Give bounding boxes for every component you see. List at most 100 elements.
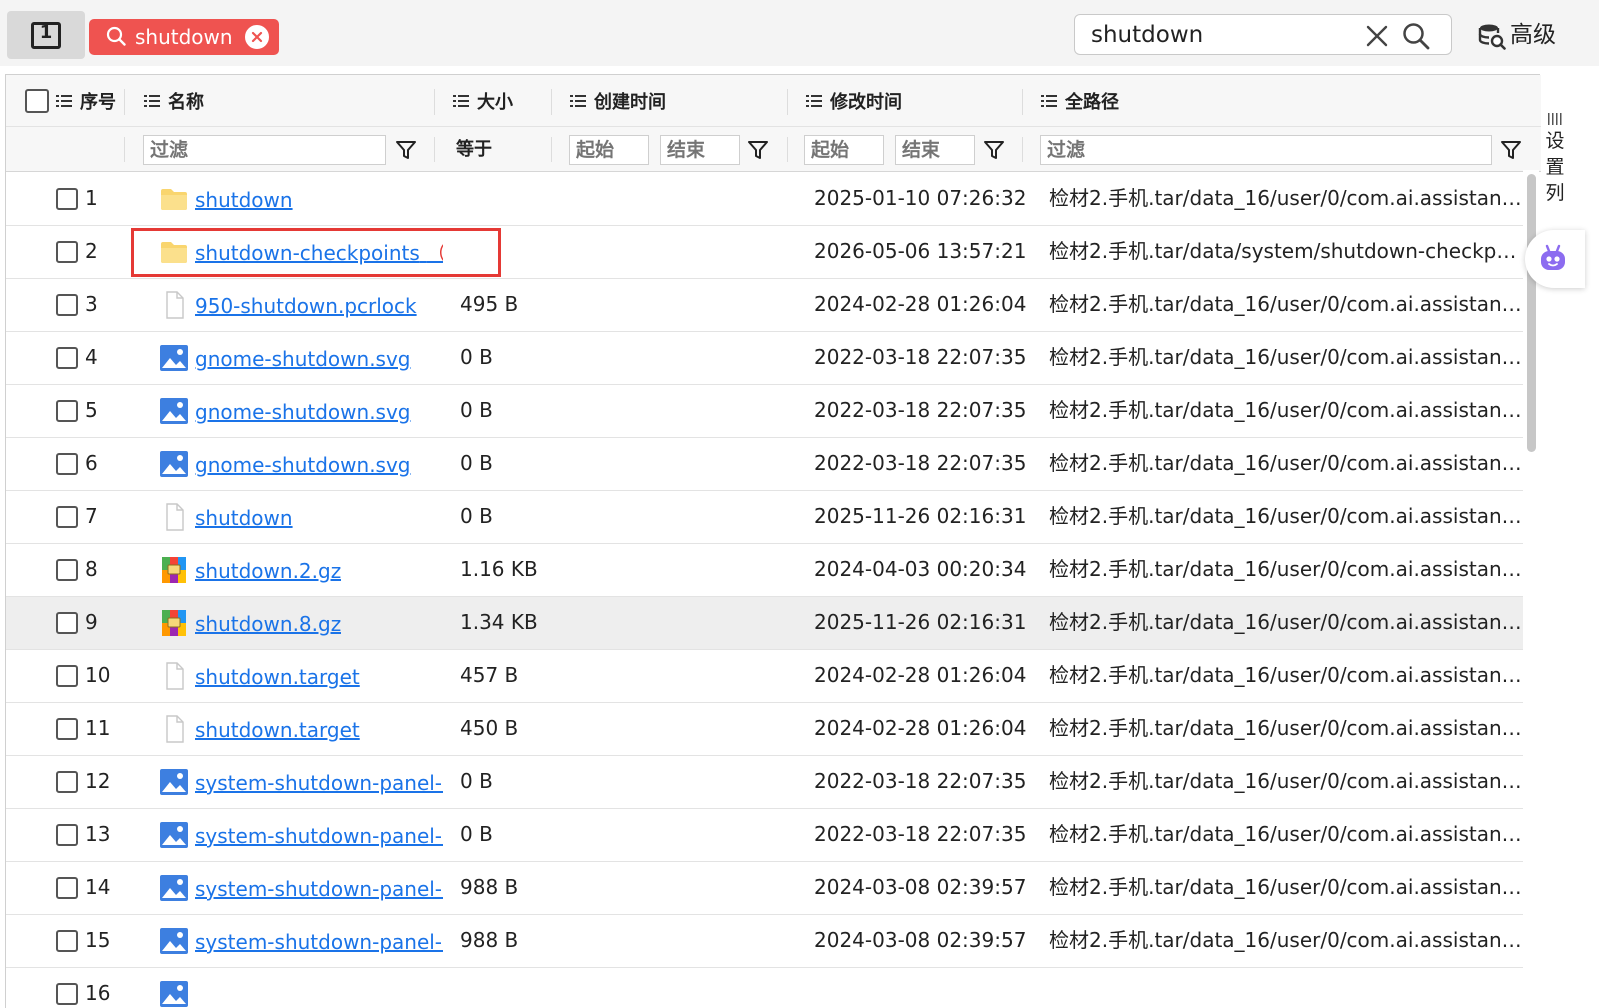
file-name-text: shutdown	[195, 188, 293, 212]
assistant-button[interactable]	[1525, 230, 1585, 288]
file-name-link[interactable]: gnome-shutdown.svg	[195, 346, 411, 372]
file-name-link[interactable]: 950-shutdown.pcrlock	[195, 293, 417, 319]
file-name-link[interactable]: gnome-shutdown.svg	[195, 399, 411, 425]
name-filter-input[interactable]	[143, 135, 386, 165]
table-row[interactable]: 11 shutdown.target 450 B 2024-02-28 01:26:0…	[6, 703, 1524, 756]
table-row[interactable]: 10 shutdown.target 457 B 2024-02-28 01:26:0…	[6, 650, 1524, 703]
row-checkbox[interactable]	[56, 877, 78, 899]
row-checkbox[interactable]	[56, 453, 78, 475]
row-index: 3	[85, 292, 98, 316]
table-row[interactable]: 5 gnome-shutdown.svg 0 B 2022-03-18 22:07:3…	[6, 385, 1524, 438]
clear-search-icon[interactable]	[1365, 24, 1389, 48]
table-row[interactable]: 13 system-shutdown-panel-re 0 B 2022-03-18 …	[6, 809, 1524, 862]
file-icon	[159, 503, 189, 531]
full-path: 检材2.手机.tar/data_16/user/0/com.ai.assista…	[1049, 716, 1523, 740]
modified-start-input[interactable]	[804, 135, 884, 165]
panel-toggle-button[interactable]: 1	[7, 11, 85, 59]
row-checkbox[interactable]	[56, 930, 78, 952]
created-end-input[interactable]	[660, 135, 740, 165]
file-name-link[interactable]: gnome-shutdown.svg	[195, 452, 411, 478]
column-header-created[interactable]: 创建时间	[570, 75, 666, 127]
column-header-size[interactable]: 大小	[453, 75, 513, 127]
row-checkbox[interactable]	[56, 506, 78, 528]
column-header-index[interactable]: 序号	[56, 75, 116, 127]
created-start-input[interactable]	[569, 135, 649, 165]
row-index: 15	[85, 928, 111, 952]
filter-row: 等于	[6, 127, 1541, 172]
file-name-link[interactable]: system-shutdown-panel-re	[195, 876, 443, 902]
file-size: 457 B	[460, 663, 519, 687]
file-name-link[interactable]: shutdown	[195, 505, 293, 531]
archive-icon	[159, 609, 189, 637]
file-name-link[interactable]: shutdown.2.gz	[195, 558, 341, 584]
file-name-link[interactable]: shutdown.8.gz	[195, 611, 341, 637]
column-menu-icon	[453, 95, 469, 107]
path-filter-input[interactable]	[1040, 135, 1492, 165]
column-divider	[551, 89, 552, 115]
table-row[interactable]: 6 gnome-shutdown.svg 0 B 2022-03-18 22:07:3…	[6, 438, 1524, 491]
filter-funnel-icon[interactable]	[1500, 139, 1522, 161]
modified-time: 2022-03-18 22:07:35	[814, 769, 1027, 793]
row-index: 11	[85, 716, 111, 740]
remove-filter-icon[interactable]	[245, 25, 269, 49]
scrollbar-thumb[interactable]	[1527, 174, 1536, 452]
select-all-checkbox[interactable]	[25, 89, 49, 113]
row-checkbox[interactable]	[56, 559, 78, 581]
row-checkbox[interactable]	[56, 347, 78, 369]
row-checkbox[interactable]	[56, 188, 78, 210]
row-checkbox[interactable]	[56, 241, 78, 263]
modified-time: 2024-02-28 01:26:04	[814, 716, 1027, 740]
file-name-link[interactable]: system-shutdown-panel-re	[195, 823, 443, 849]
column-divider	[124, 89, 125, 115]
file-name-text: shutdown.target	[195, 665, 360, 689]
search-input[interactable]	[1091, 20, 1351, 50]
full-path: 检材2.手机.tar/data_16/user/0/com.ai.assista…	[1049, 663, 1523, 687]
filter-funnel-icon[interactable]	[983, 139, 1005, 161]
table-row[interactable]: 9 shutdown.8.gz 1.34 KB 2025-11-26 02:16:31…	[6, 597, 1524, 650]
column-header-name[interactable]: 名称	[144, 75, 204, 127]
modified-time: 2025-01-10 07:26:32	[814, 186, 1027, 210]
column-header-modified[interactable]: 修改时间	[806, 75, 902, 127]
row-checkbox[interactable]	[56, 294, 78, 316]
file-name-link[interactable]: shutdown.target	[195, 717, 360, 743]
table-row[interactable]: 8 shutdown.2.gz 1.16 KB 2024-04-03 00:20:34…	[6, 544, 1524, 597]
top-toolbar: 1 shutdown shutdown 高级	[0, 0, 1599, 66]
file-name-link[interactable]: system-shutdown-panel-re	[195, 929, 443, 955]
full-path: 检材2.手机.tar/data_16/user/0/com.ai.assista…	[1049, 769, 1523, 793]
column-header-modified-label: 修改时间	[830, 92, 902, 113]
column-settings-tab[interactable]: 设置列	[1542, 112, 1568, 206]
column-header-path[interactable]: 全路径	[1041, 75, 1119, 127]
search-icon[interactable]	[1402, 22, 1430, 50]
table-row[interactable]: 15 system-shutdown-panel-re 988 B 2024-03-0…	[6, 915, 1524, 968]
filter-funnel-icon[interactable]	[395, 139, 417, 161]
row-checkbox[interactable]	[56, 771, 78, 793]
table-row[interactable]: 3 950-shutdown.pcrlock 495 B 2024-02-28 01:…	[6, 279, 1524, 332]
table-row[interactable]: 16	[6, 968, 1524, 1008]
row-checkbox[interactable]	[56, 824, 78, 846]
file-name-link[interactable]: shutdown.target	[195, 664, 360, 690]
row-checkbox[interactable]	[56, 983, 78, 1005]
modified-time: 2024-03-08 02:39:57	[814, 928, 1027, 952]
folder-icon	[159, 185, 189, 213]
full-path: 检材2.手机.tar/data_16/user/0/com.ai.assista…	[1049, 451, 1523, 475]
row-checkbox[interactable]	[56, 718, 78, 740]
row-checkbox[interactable]	[56, 665, 78, 687]
modified-end-input[interactable]	[895, 135, 975, 165]
table-row[interactable]: 12 system-shutdown-panel-re 0 B 2022-03-18 …	[6, 756, 1524, 809]
size-filter-operator[interactable]: 等于	[456, 135, 492, 165]
full-path: 检材2.手机.tar/data_16/user/0/com.ai.assista…	[1049, 610, 1523, 634]
vertical-scrollbar[interactable]	[1523, 170, 1539, 1008]
file-name-link[interactable]: shutdown	[195, 187, 293, 213]
table-row[interactable]: 7 shutdown 0 B 2025-11-26 02:16:31 检材2.手机.ta…	[6, 491, 1524, 544]
row-checkbox[interactable]	[56, 612, 78, 634]
full-path: 检材2.手机.tar/data_16/user/0/com.ai.assista…	[1049, 398, 1523, 422]
column-divider	[1022, 89, 1023, 115]
full-path: 检材2.手机.tar/data_16/user/0/com.ai.assista…	[1049, 928, 1523, 952]
file-name-link[interactable]: system-shutdown-panel-re	[195, 770, 443, 796]
table-row[interactable]: 4 gnome-shutdown.svg 0 B 2022-03-18 22:07:3…	[6, 332, 1524, 385]
active-filter-chip[interactable]: shutdown	[89, 19, 279, 55]
table-row[interactable]: 1 shutdown 2025-01-10 07:26:32 检材2.手机.tar/d…	[6, 173, 1524, 226]
table-row[interactable]: 14 system-shutdown-panel-re 988 B 2024-03-0…	[6, 862, 1524, 915]
row-checkbox[interactable]	[56, 400, 78, 422]
filter-funnel-icon[interactable]	[747, 139, 769, 161]
